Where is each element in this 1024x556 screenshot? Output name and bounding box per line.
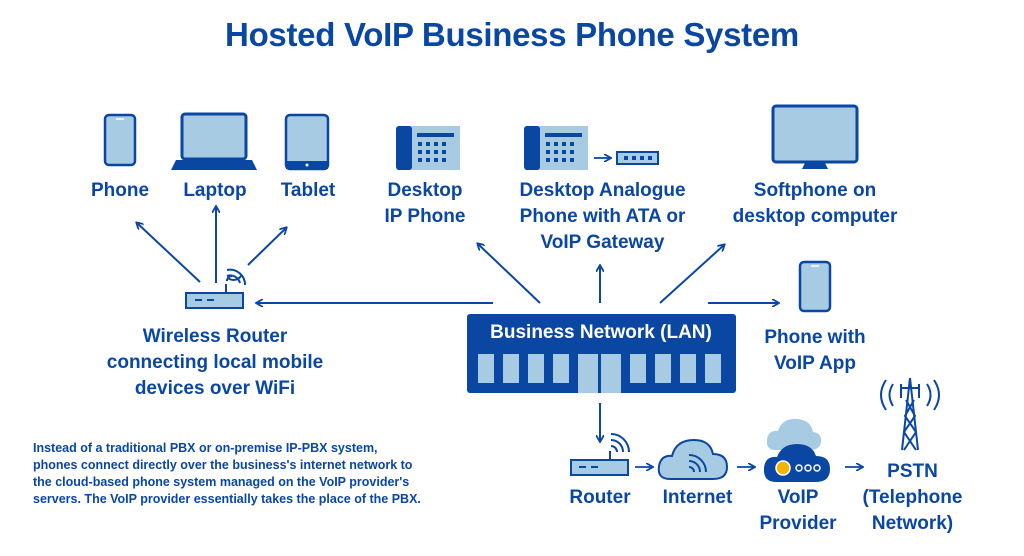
label-desktop-ip-phone: Desktop IP Phone xyxy=(370,178,480,230)
desk-phone-icon xyxy=(396,126,460,170)
label-line: PSTN xyxy=(887,461,938,482)
note-line: the cloud-based phone system managed on … xyxy=(33,475,410,489)
label-line: Phone with ATA or xyxy=(519,206,686,227)
label-line: desktop computer xyxy=(732,206,898,227)
label-phone: Phone xyxy=(90,180,150,201)
cloud-wifi-icon xyxy=(657,438,729,480)
note-line: phones connect directly over the busines… xyxy=(33,458,413,472)
description-note: Instead of a traditional PBX or on-premi… xyxy=(33,440,503,508)
tablet-icon xyxy=(284,113,330,171)
label-line: devices over WiFi xyxy=(134,378,296,399)
label-router: Router xyxy=(569,487,631,508)
cloud-server-icon xyxy=(763,418,830,482)
smartphone-icon xyxy=(103,113,137,167)
label-internet: Internet xyxy=(662,487,733,508)
label-line: Provider xyxy=(759,513,837,534)
laptop-icon xyxy=(171,112,257,170)
label-analogue-phone: Desktop Analogue Phone with ATA or VoIP … xyxy=(495,178,710,256)
arrow-to-phone xyxy=(137,223,201,283)
voip-app-phone-icon xyxy=(798,260,832,313)
label-laptop: Laptop xyxy=(183,180,247,201)
label-pstn: PSTN (Telephone Network) xyxy=(855,459,970,537)
label-softphone: Softphone on desktop computer xyxy=(725,178,905,230)
label-line: connecting local mobile xyxy=(106,352,324,373)
note-line: servers. The VoIP provider essentially t… xyxy=(33,492,421,506)
label-line: Softphone on xyxy=(753,180,877,201)
note-line: Instead of a traditional PBX or on-premi… xyxy=(33,441,378,455)
label-line: VoIP App xyxy=(774,353,856,374)
label-voip-app-phone: Phone with VoIP App xyxy=(752,325,878,377)
label-line: VoIP Gateway xyxy=(540,232,665,253)
label-line: Phone with xyxy=(764,327,866,348)
label-line: Desktop Analogue xyxy=(519,180,686,201)
label-line: Wireless Router xyxy=(142,326,288,347)
label-voip-provider: VoIP Provider xyxy=(748,485,848,537)
monitor-icon xyxy=(771,104,859,169)
label-line: (Telephone xyxy=(862,487,963,508)
label-wireless-router: Wireless Router connecting local mobile … xyxy=(85,324,345,402)
label-line: IP Phone xyxy=(384,206,466,227)
label-line: VoIP xyxy=(777,487,819,508)
lan-label: Business Network (LAN) xyxy=(490,322,712,343)
desk-phone-ata-icon xyxy=(524,126,659,170)
cell-tower-icon xyxy=(880,377,940,451)
label-line: Desktop xyxy=(387,180,463,201)
label-tablet: Tablet xyxy=(280,180,336,201)
arrow-to-tablet xyxy=(247,228,286,266)
label-line: Network) xyxy=(871,513,954,534)
